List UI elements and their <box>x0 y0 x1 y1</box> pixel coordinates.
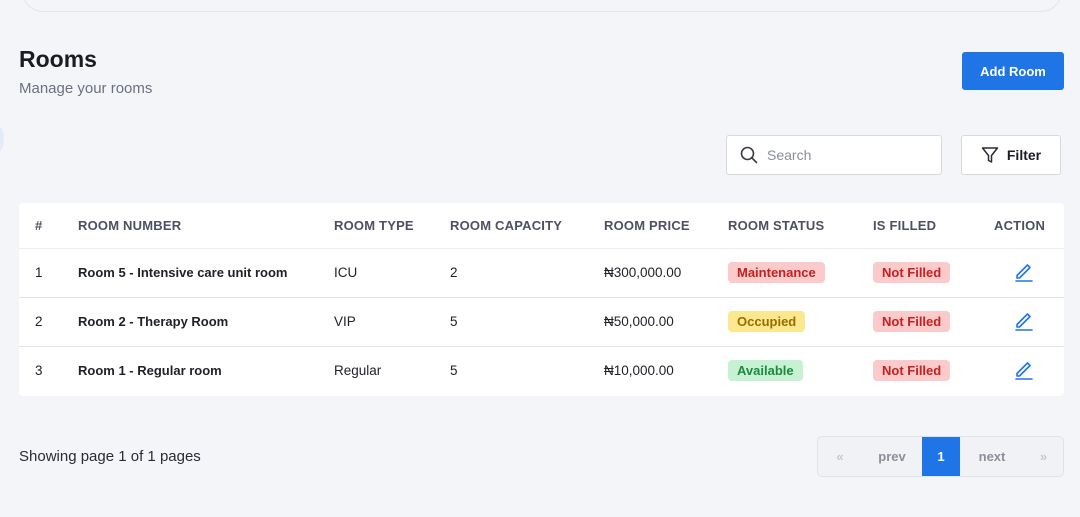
is-filled-cell: Not Filled <box>873 346 994 395</box>
room-price: ₦10,000.00 <box>604 363 674 379</box>
search-input[interactable] <box>767 147 917 163</box>
room-type: VIP <box>334 297 450 347</box>
rooms-table-card: # ROOM NUMBER ROOM TYPE ROOM CAPACITY RO… <box>19 203 1064 396</box>
filter-button[interactable]: Filter <box>961 135 1061 175</box>
filled-badge: Not Filled <box>873 360 951 382</box>
column-header-action: ACTION <box>994 203 1064 249</box>
edit-button[interactable] <box>1013 358 1035 383</box>
table-row: 1 Room 5 - Intensive care unit room ICU … <box>19 248 1064 298</box>
filled-badge: Not Filled <box>873 311 951 332</box>
column-header-index: # <box>19 203 78 249</box>
add-room-button[interactable]: Add Room <box>962 52 1064 90</box>
room-number: Room 1 - Regular room <box>78 363 222 379</box>
action-cell <box>994 346 1064 395</box>
side-indicator <box>0 124 4 154</box>
pagination: « prev 1 next » <box>817 436 1064 477</box>
page-1-button[interactable]: 1 <box>922 437 960 476</box>
edit-button[interactable] <box>1013 260 1035 285</box>
room-price: ₦300,000.00 <box>604 248 728 298</box>
room-number: Room 2 - Therapy Room <box>78 297 334 347</box>
pagination-summary: Showing page 1 of 1 pages <box>19 448 201 465</box>
room-capacity: 2 <box>450 248 604 298</box>
is-filled-cell: Not Filled <box>873 248 994 298</box>
action-cell <box>994 297 1064 347</box>
first-page-button[interactable]: « <box>818 437 862 476</box>
action-cell <box>994 248 1064 298</box>
room-number: Room 5 - Intensive care unit room <box>78 248 334 298</box>
prev-page-button[interactable]: prev <box>862 437 922 476</box>
row-index: 3 <box>35 363 43 379</box>
status-badge: Available <box>728 360 803 382</box>
room-status-cell: Available <box>728 346 873 395</box>
pencil-edit-icon <box>1015 264 1033 282</box>
room-status-cell: Occupied <box>728 297 873 347</box>
room-status-cell: Maintenance <box>728 248 873 298</box>
top-card <box>22 0 1062 12</box>
next-page-button[interactable]: next <box>960 437 1024 476</box>
search-icon <box>740 146 758 164</box>
filled-badge: Not Filled <box>873 262 951 283</box>
row-index: 1 <box>19 248 78 298</box>
edit-button[interactable] <box>1013 309 1035 334</box>
table-header-row: # ROOM NUMBER ROOM TYPE ROOM CAPACITY RO… <box>19 203 1064 249</box>
search-field[interactable] <box>726 135 942 175</box>
status-badge: Maintenance <box>728 262 825 283</box>
page-title: Rooms <box>19 46 97 72</box>
column-header-is-filled: IS FILLED <box>873 203 994 249</box>
column-header-room-price: ROOM PRICE <box>604 203 728 249</box>
is-filled-cell: Not Filled <box>873 297 994 347</box>
status-badge: Occupied <box>728 311 806 332</box>
room-capacity: 5 <box>450 363 458 379</box>
filter-label: Filter <box>1006 147 1042 163</box>
row-index: 2 <box>19 297 78 347</box>
pencil-edit-icon <box>1015 313 1033 331</box>
table-row: 3 Room 1 - Regular room Regular 5 ₦10,00… <box>19 346 1064 395</box>
column-header-room-number: ROOM NUMBER <box>78 203 334 249</box>
room-capacity: 5 <box>450 297 604 347</box>
room-type: Regular <box>334 363 382 379</box>
column-header-room-capacity: ROOM CAPACITY <box>450 203 604 249</box>
rooms-table: # ROOM NUMBER ROOM TYPE ROOM CAPACITY RO… <box>19 203 1064 395</box>
table-row: 2 Room 2 - Therapy Room VIP 5 ₦50,000.00… <box>19 297 1064 347</box>
column-header-room-type: ROOM TYPE <box>334 203 450 249</box>
room-price: ₦50,000.00 <box>604 297 728 347</box>
filter-icon <box>981 147 999 163</box>
pencil-edit-icon <box>1015 362 1033 381</box>
column-header-room-status: ROOM STATUS <box>728 203 873 249</box>
page-subtitle: Manage your rooms <box>19 80 153 97</box>
room-type: ICU <box>334 248 450 298</box>
last-page-button[interactable]: » <box>1024 437 1063 476</box>
